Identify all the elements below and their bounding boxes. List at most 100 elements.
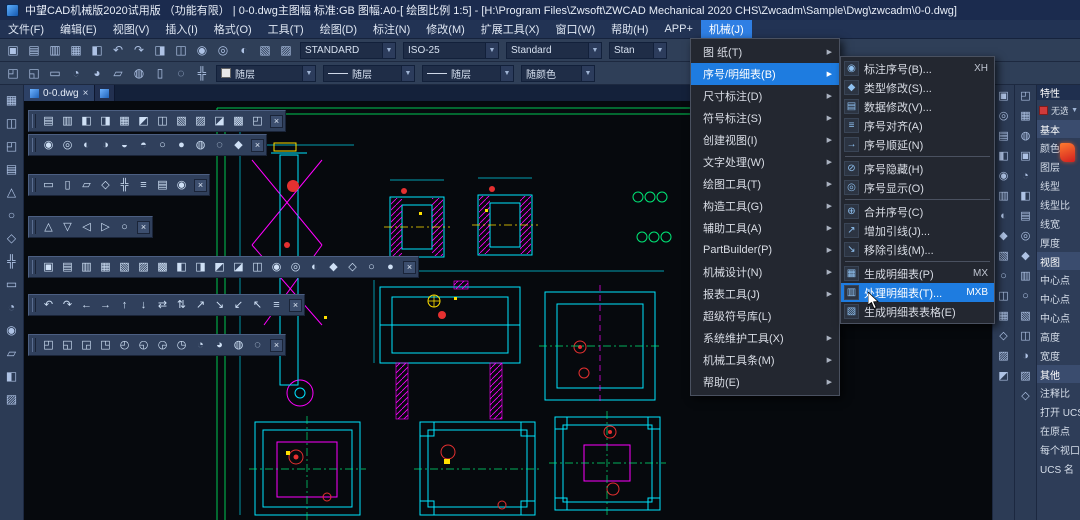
- tool-icon[interactable]: ↶: [108, 41, 128, 60]
- tool-icon[interactable]: ◔: [66, 64, 86, 83]
- tool-icon[interactable]: ◁: [77, 218, 96, 236]
- tool-icon[interactable]: ◇: [995, 328, 1013, 345]
- tool-icon[interactable]: ◫: [995, 288, 1013, 305]
- tool-icon[interactable]: ◨: [191, 258, 210, 276]
- submenu-item[interactable]: ▤数据修改(V)...: [841, 97, 994, 116]
- tool-icon[interactable]: ↙: [229, 296, 248, 314]
- tool-icon[interactable]: ◓: [134, 136, 153, 154]
- tool-icon[interactable]: ◳: [96, 336, 115, 354]
- tool-icon[interactable]: ▩: [229, 112, 248, 130]
- tool-icon[interactable]: ▭: [39, 176, 58, 194]
- tool-icon[interactable]: ◆: [995, 228, 1013, 245]
- toolbar-grip-icon[interactable]: [32, 298, 36, 312]
- tool-icon[interactable]: ◧: [1017, 188, 1035, 205]
- tool-icon[interactable]: ◨: [150, 41, 170, 60]
- submenu-item[interactable]: ▧生成明细表表格(E): [841, 302, 994, 321]
- tool-icon[interactable]: ▽: [58, 218, 77, 236]
- tool-icon[interactable]: ◰: [248, 112, 267, 130]
- tool-icon[interactable]: ╬: [115, 176, 134, 194]
- document-tab[interactable]: 0-0.dwg ×: [24, 85, 95, 101]
- tool-icon[interactable]: ◵: [134, 336, 153, 354]
- tool-icon[interactable]: ▦: [1017, 108, 1035, 125]
- tool-icon[interactable]: ◫: [2, 113, 22, 132]
- tool-icon[interactable]: ◰: [2, 136, 22, 155]
- tool-icon[interactable]: ◰: [39, 336, 58, 354]
- mech-menu-item[interactable]: 系统维护工具(X)▶: [691, 327, 839, 349]
- mech-menu-item[interactable]: 文字处理(W)▶: [691, 151, 839, 173]
- tool-icon[interactable]: →: [96, 296, 115, 314]
- tool-icon[interactable]: ▱: [77, 176, 96, 194]
- submenu-item[interactable]: ▦生成明细表(P)MX: [841, 264, 994, 283]
- tool-icon[interactable]: ○: [2, 205, 22, 224]
- tool-icon[interactable]: ◔: [2, 297, 22, 316]
- tool-icon[interactable]: ⇄: [153, 296, 172, 314]
- tool-icon[interactable]: ▤: [24, 41, 44, 60]
- tool-icon[interactable]: ◪: [229, 258, 248, 276]
- tool-icon[interactable]: ▤: [2, 159, 22, 178]
- tool-icon[interactable]: ◍: [129, 64, 149, 83]
- tool-icon[interactable]: ●: [172, 136, 191, 154]
- tool-icon[interactable]: ▷: [96, 218, 115, 236]
- tool-icon[interactable]: ▨: [276, 41, 296, 60]
- tool-icon[interactable]: ◱: [24, 64, 44, 83]
- submenu-item[interactable]: ▥处理明细表(T)...MXB: [841, 283, 994, 302]
- tool-icon[interactable]: ↶: [39, 296, 58, 314]
- dim-style-combo[interactable]: ISO-25 ▼: [403, 42, 499, 59]
- tool-icon[interactable]: ○: [153, 136, 172, 154]
- toolbar-grip-icon[interactable]: [32, 260, 36, 274]
- tool-icon[interactable]: ≡: [267, 296, 286, 314]
- tool-icon[interactable]: ▥: [58, 112, 77, 130]
- tool-icon[interactable]: ◎: [213, 41, 233, 60]
- menu-item-文件(F)[interactable]: 文件(F): [0, 20, 52, 38]
- mech-menu-item[interactable]: 尺寸标注(D)▶: [691, 85, 839, 107]
- tool-icon[interactable]: ○: [115, 218, 134, 236]
- tool-icon[interactable]: ◎: [1017, 228, 1035, 245]
- close-icon[interactable]: ×: [137, 221, 150, 234]
- submenu-item[interactable]: ↗增加引线(J)...: [841, 221, 994, 240]
- chevron-down-icon[interactable]: ▼: [302, 66, 315, 81]
- tool-icon[interactable]: ◕: [87, 64, 107, 83]
- tool-icon[interactable]: ◴: [115, 336, 134, 354]
- menu-item-机械(J)[interactable]: 机械(J): [701, 20, 752, 38]
- tool-icon[interactable]: ◪: [210, 112, 229, 130]
- props-row[interactable]: 中心点: [1037, 270, 1080, 289]
- tool-icon[interactable]: ◰: [1017, 88, 1035, 105]
- tool-icon[interactable]: ◐: [995, 208, 1013, 225]
- submenu-item[interactable]: →序号顺延(N): [841, 135, 994, 154]
- close-icon[interactable]: ×: [270, 115, 283, 128]
- tool-icon[interactable]: ▤: [58, 258, 77, 276]
- tool-icon[interactable]: ◑: [96, 136, 115, 154]
- mech-menu-item[interactable]: 图 纸(T)▶: [691, 41, 839, 63]
- toolbar-grip-icon[interactable]: [32, 220, 36, 234]
- submenu-item[interactable]: ◆类型修改(S)...: [841, 78, 994, 97]
- tool-icon[interactable]: ○: [362, 258, 381, 276]
- props-row[interactable]: UCS 名: [1037, 459, 1080, 478]
- tool-icon[interactable]: ◌: [248, 336, 267, 354]
- tool-icon[interactable]: ▥: [995, 188, 1013, 205]
- tool-icon[interactable]: ▩: [153, 258, 172, 276]
- close-icon[interactable]: ×: [270, 339, 283, 352]
- close-icon[interactable]: ×: [251, 139, 264, 152]
- tool-icon[interactable]: ◲: [77, 336, 96, 354]
- menu-item-修改(M)[interactable]: 修改(M): [418, 20, 473, 38]
- menu-item-工具(T)[interactable]: 工具(T): [260, 20, 312, 38]
- tool-icon[interactable]: ◩: [210, 258, 229, 276]
- menu-item-插入(I)[interactable]: 插入(I): [157, 20, 205, 38]
- close-icon[interactable]: ×: [194, 179, 207, 192]
- mleader-style-combo[interactable]: Stan ▼: [609, 42, 667, 59]
- chevron-down-icon[interactable]: ▼: [588, 43, 601, 58]
- tool-icon[interactable]: ○: [1017, 288, 1035, 305]
- tool-icon[interactable]: ◉: [2, 320, 22, 339]
- tool-icon[interactable]: ▣: [39, 258, 58, 276]
- menu-item-APP+[interactable]: APP+: [656, 20, 700, 38]
- tool-icon[interactable]: ▨: [134, 258, 153, 276]
- tool-icon[interactable]: ◍: [1017, 128, 1035, 145]
- props-row[interactable]: 线型比: [1037, 195, 1080, 214]
- chevron-down-icon[interactable]: ▼: [1071, 107, 1078, 114]
- chevron-down-icon[interactable]: ▼: [581, 66, 594, 81]
- tool-icon[interactable]: ◇: [96, 176, 115, 194]
- props-row[interactable]: 注释比: [1037, 383, 1080, 402]
- close-icon[interactable]: ×: [289, 299, 302, 312]
- toolbar-grip-icon[interactable]: [32, 178, 36, 192]
- chevron-down-icon[interactable]: ▼: [485, 43, 498, 58]
